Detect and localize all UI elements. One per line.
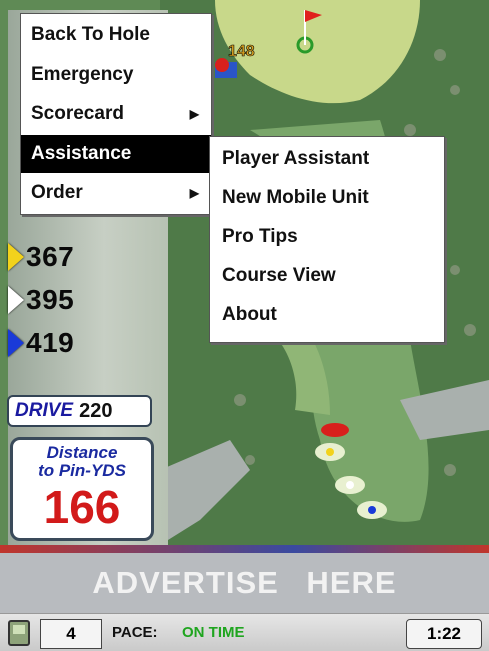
yardage-value: 367 xyxy=(26,241,75,272)
menu-item-back-to-hole[interactable]: Back To Hole xyxy=(21,16,211,54)
distance-label-line2: to Pin-YDS xyxy=(38,461,126,480)
distance-to-pin: Distance to Pin-YDS 166 xyxy=(10,437,154,541)
advertisement-banner[interactable]: ADVERTISE HERE xyxy=(0,553,489,613)
menu-item-order[interactable]: Order ▶ xyxy=(21,174,211,212)
submenu-item-label: Course View xyxy=(222,265,336,286)
distance-label-line1: Distance xyxy=(46,443,118,462)
submenu-item-about[interactable]: About xyxy=(210,295,444,335)
blue-tee-marker-icon xyxy=(8,329,24,357)
advertisement-text: ADVERTISE HERE xyxy=(92,565,397,600)
menu-item-scorecard[interactable]: Scorecard ▶ xyxy=(21,95,211,133)
assistance-submenu: Player Assistant New Mobile Unit Pro Tip… xyxy=(209,136,445,343)
submenu-item-new-mobile-unit[interactable]: New Mobile Unit xyxy=(210,178,444,218)
submenu-item-player-assistant[interactable]: Player Assistant xyxy=(210,139,444,179)
yardage-white-tee: 395 xyxy=(8,279,74,321)
white-tee-marker-icon xyxy=(8,286,24,314)
submenu-item-pro-tips[interactable]: Pro Tips xyxy=(210,217,444,257)
menu-item-label: Assistance xyxy=(31,143,132,164)
submenu-arrow-icon: ▶ xyxy=(189,186,199,200)
drive-value: 220 xyxy=(79,399,113,422)
menu-item-label: Order xyxy=(31,182,83,203)
menu-item-label: Emergency xyxy=(31,64,134,85)
drive-distance: DRIVE 220 xyxy=(7,395,152,427)
elapsed-time: 1:22 xyxy=(406,619,482,649)
golf-gps-screen: 148 367 395 419 DRIVE 220 Distance to Pi… xyxy=(0,0,489,651)
menu-item-assistance[interactable]: Assistance xyxy=(21,135,211,173)
phone-icon[interactable] xyxy=(8,620,30,646)
yardage-value: 419 xyxy=(26,327,75,358)
pace-status: ON TIME xyxy=(182,624,245,641)
yardage-yellow-tee: 367 xyxy=(8,236,74,278)
yellow-tee-marker-icon xyxy=(8,243,24,271)
main-menu: Back To Hole Emergency Scorecard ▶ Assis… xyxy=(20,13,212,215)
flag-yardage-label: 148 xyxy=(228,43,255,60)
submenu-arrow-icon: ▶ xyxy=(189,107,199,121)
menu-item-label: Scorecard xyxy=(31,103,124,124)
submenu-item-label: About xyxy=(222,304,277,325)
pace-label: PACE: xyxy=(112,624,158,641)
submenu-item-label: New Mobile Unit xyxy=(222,187,369,208)
submenu-item-label: Player Assistant xyxy=(222,148,370,169)
yardage-value: 395 xyxy=(26,284,75,315)
distance-value: 166 xyxy=(43,481,121,533)
yardage-blue-tee: 419 xyxy=(8,322,74,364)
menu-item-label: Back To Hole xyxy=(31,24,150,45)
status-bar: 4 PACE: ON TIME 1:22 xyxy=(0,613,489,651)
submenu-item-course-view[interactable]: Course View xyxy=(210,256,444,296)
menu-item-emergency[interactable]: Emergency xyxy=(21,56,211,94)
drive-label: DRIVE xyxy=(15,400,74,421)
hole-number[interactable]: 4 xyxy=(40,619,102,649)
accent-divider xyxy=(0,545,489,553)
submenu-item-label: Pro Tips xyxy=(222,226,298,247)
